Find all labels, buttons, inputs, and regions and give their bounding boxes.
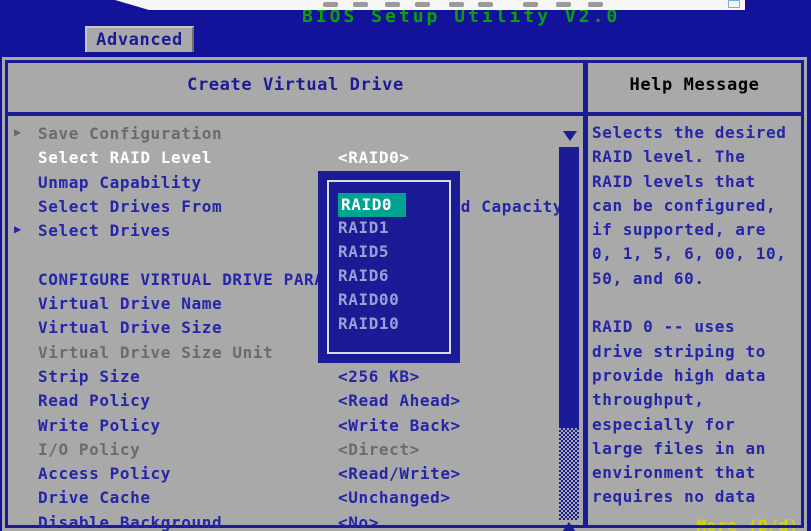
row-label: Save Configuration <box>38 124 222 143</box>
dropdown-option[interactable]: RAID0 <box>338 193 456 217</box>
toolbar-button-fragment-icon[interactable] <box>523 2 538 7</box>
menu-row: I/O Policy <Direct> <box>2 439 558 463</box>
toolbar-button-fragment-icon[interactable] <box>588 2 603 7</box>
help-line: RAID level. The <box>592 147 801 171</box>
row-value: <Read Ahead> <box>338 391 461 410</box>
menu-row[interactable]: Write Policy <Write Back> <box>2 415 558 439</box>
dropdown-options: RAID0RAID1 RAID5 RAID6 RAID00 RAID10 <box>338 193 456 337</box>
row-label: Unmap Capability <box>38 173 202 192</box>
page-title: Create Virtual Drive <box>8 75 583 95</box>
row-label: Write Policy <box>38 416 161 435</box>
tab-advanced[interactable]: Advanced <box>85 26 194 52</box>
dropdown-option[interactable]: RAID00 <box>338 289 456 313</box>
scrollbar-thumb[interactable] <box>559 147 579 428</box>
row-label: Virtual Drive Name <box>38 294 222 313</box>
menu-row[interactable]: Unmap Capability <box>2 172 558 196</box>
menu-row[interactable]: Read Policy <Read Ahead> <box>2 390 558 414</box>
toolbar-button-fragment-icon[interactable] <box>385 2 400 7</box>
help-line: 50, and 60. <box>592 269 801 293</box>
row-value: <Write Back> <box>338 416 461 435</box>
help-line: especially for <box>592 415 801 439</box>
clipped-external-toolbar <box>113 0 745 10</box>
scrollbar-track[interactable] <box>559 428 579 520</box>
help-message-text: Selects the desiredRAID level. TheRAID l… <box>592 123 801 512</box>
row-label: Select RAID Level <box>38 148 212 167</box>
row-label: Read Policy <box>38 391 151 410</box>
dropdown-option-selected-label: RAID0 <box>338 193 406 217</box>
dropdown-option-label: RAID00 <box>338 290 399 309</box>
help-line: provide high data <box>592 366 801 390</box>
menu-row[interactable]: Drive Cache <Unchanged> <box>2 487 558 511</box>
row-label: Select Drives <box>38 221 171 240</box>
help-line: if supported, are <box>592 220 801 244</box>
help-line: Selects the desired <box>592 123 801 147</box>
row-label: Virtual Drive Size Unit <box>38 343 273 362</box>
submenu-arrow-icon: ▶ <box>14 125 22 139</box>
scrollbar-top-arrow-icon[interactable] <box>563 131 577 141</box>
header-separator <box>5 112 804 116</box>
help-line: RAID 0 -- uses <box>592 317 801 341</box>
row-value: <256 KB> <box>338 367 420 386</box>
menu-row[interactable]: ▶ Select Drives <box>2 220 558 244</box>
help-line: drive striping to <box>592 342 801 366</box>
dropdown-option-label: RAID10 <box>338 314 399 333</box>
help-line: RAID levels that <box>592 172 801 196</box>
row-label: Virtual Drive Size <box>38 318 222 337</box>
more-indicator: More (D/d) <box>697 516 799 531</box>
row-value: <Direct> <box>338 440 420 459</box>
settings-list: ▶ Save Configuration Select RAID Level <RAI… <box>2 123 558 531</box>
help-line: 0, 1, 5, 6, 00, 10, <box>592 244 801 268</box>
row-label: Select Drives From <box>38 197 222 216</box>
menu-row: Virtual Drive Size Unit <box>2 342 558 366</box>
row-value: <Read/Write> <box>338 464 461 483</box>
row-label: Strip Size <box>38 367 140 386</box>
panel-divider <box>583 60 588 528</box>
toolbar-button-fragment-icon[interactable] <box>449 2 464 7</box>
help-line: throughput, <box>592 390 801 414</box>
row-label: Drive Cache <box>38 488 151 507</box>
dropdown-option[interactable]: RAID1 <box>338 217 456 241</box>
row-value: <No> <box>338 513 379 531</box>
dropdown-option-label: RAID5 <box>338 242 389 261</box>
dropdown-option[interactable]: RAID10 <box>338 313 456 337</box>
menu-row-blank <box>2 244 558 268</box>
help-panel-title: Help Message <box>588 75 801 95</box>
row-value: <Unchanged> <box>338 488 451 507</box>
help-line: can be configured, <box>592 196 801 220</box>
menu-row[interactable]: Select Drives From<Unconfigured Capacity… <box>2 196 558 220</box>
scrollbar-bottom-arrow-icon[interactable] <box>562 522 576 531</box>
menu-row[interactable]: Access Policy <Read/Write> <box>2 463 558 487</box>
help-line <box>592 293 801 317</box>
menu-row: ▶ Save Configuration <box>2 123 558 147</box>
help-line: requires no data <box>592 487 801 511</box>
toolbar-button-fragment-icon[interactable] <box>556 2 571 7</box>
dropdown-option-label: RAID1 <box>338 218 389 237</box>
menu-row[interactable]: CONFIGURE VIRTUAL DRIVE PARAMETERS: <box>2 269 558 293</box>
setup-screen: Create Virtual Drive Help Message ▶ Save … <box>2 57 807 531</box>
toolbar-button-fragment-icon[interactable] <box>323 2 338 7</box>
toolbar-button-fragment-icon[interactable] <box>478 2 493 7</box>
dropdown-option-label: RAID6 <box>338 266 389 285</box>
toolbar-window-icon[interactable] <box>728 0 740 8</box>
row-value: <RAID0> <box>338 148 410 167</box>
help-line: large files in an <box>592 439 801 463</box>
menu-row[interactable]: Select RAID Level <RAID0> <box>2 147 558 171</box>
help-line: environment that <box>592 463 801 487</box>
menu-row[interactable]: Virtual Drive Name <box>2 293 558 317</box>
toolbar-button-fragment-icon[interactable] <box>353 2 368 7</box>
submenu-arrow-icon: ▶ <box>14 222 22 236</box>
row-label: Disable Background <box>38 513 222 531</box>
menu-row[interactable]: Strip Size <256 KB> <box>2 366 558 390</box>
raid-level-dropdown: RAID0RAID1 RAID5 RAID6 RAID00 RAID10 <box>318 171 460 363</box>
toolbar-button-fragment-icon[interactable] <box>415 2 430 7</box>
dropdown-option[interactable]: RAID5 <box>338 241 456 265</box>
menu-row[interactable]: Virtual Drive Size <box>2 317 558 341</box>
row-label: Access Policy <box>38 464 171 483</box>
dropdown-option[interactable]: RAID6 <box>338 265 456 289</box>
row-label: I/O Policy <box>38 440 140 459</box>
menu-row[interactable]: Disable Background <No> <box>2 512 558 531</box>
